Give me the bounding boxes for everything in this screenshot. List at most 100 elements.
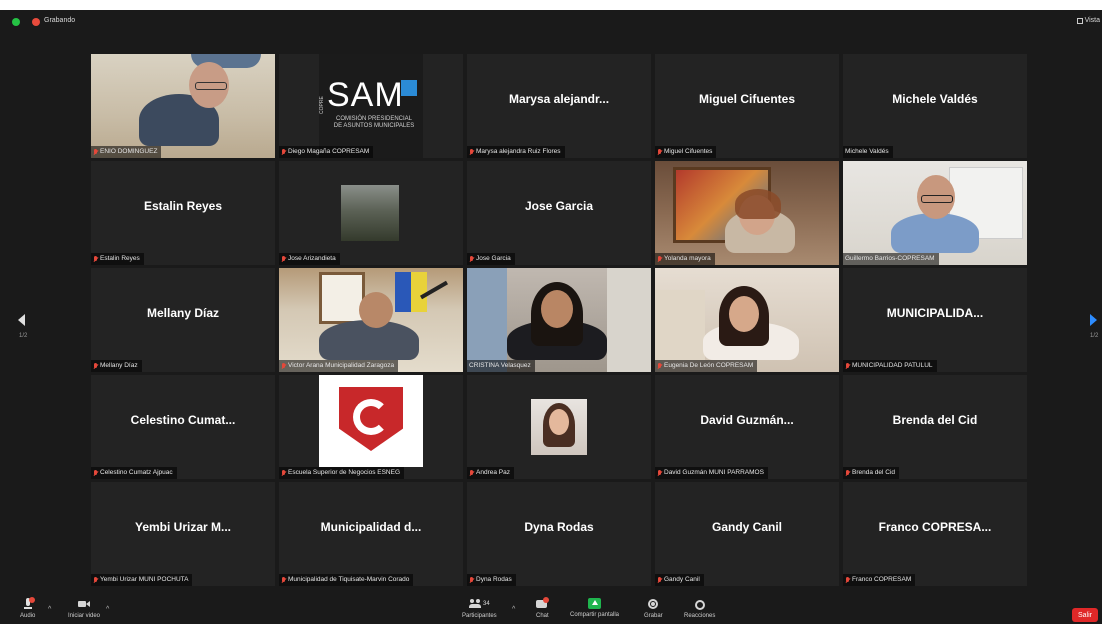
participant-video: [655, 161, 839, 265]
participants-options-caret-icon[interactable]: ^: [512, 606, 515, 613]
window-top-edge: [0, 0, 1102, 10]
participant-name-label: Celestino Cumatz Ajpuac: [91, 467, 177, 479]
participant-display-name: MUNICIPALIDA...: [886, 306, 984, 320]
audio-options-caret-icon[interactable]: ^: [48, 606, 51, 613]
participant-display-name: Municipalidad d...: [320, 520, 422, 534]
participant-display-name: Yembi Urizar M...: [134, 520, 232, 534]
participant-tile[interactable]: CRISTINA Velasquez: [467, 268, 651, 372]
participant-name-label: Escuela Superior de Negocios ESNEG: [279, 467, 405, 479]
audio-label: Audio: [20, 613, 36, 619]
participant-tile[interactable]: Miguel Cifuentes Miguel Cifuentes: [655, 54, 839, 158]
arrow-right-icon: [1090, 314, 1097, 326]
mic-muted-icon: [93, 576, 98, 584]
participant-tile[interactable]: Jose Garcia Jose Garcia: [467, 161, 651, 265]
page-indicator-right: 1/2: [1090, 333, 1099, 339]
start-video-button[interactable]: Iniciar video: [68, 598, 100, 619]
participant-tile[interactable]: Estalin Reyes Estalin Reyes: [91, 161, 275, 265]
video-options-caret-icon[interactable]: ^: [106, 606, 109, 613]
participant-tile-active-speaker[interactable]: Guillermo Barrios-COPRESAM: [843, 161, 1027, 265]
mic-muted-icon: [469, 255, 474, 263]
participant-display-name: Dyna Rodas: [524, 520, 594, 534]
participant-tile[interactable]: Yembi Urizar M... Yembi Urizar MUNI POCH…: [91, 482, 275, 586]
mic-muted-icon: [657, 469, 662, 477]
previous-page-button[interactable]: [18, 314, 25, 326]
share-label: Compartir pantalla: [570, 612, 620, 618]
participant-tile[interactable]: Municipalidad d... Municipalidad de Tiqu…: [279, 482, 463, 586]
participant-tile[interactable]: Jose Arizandieta: [279, 161, 463, 265]
participant-tile[interactable]: ENIO DOMINGUEZ: [91, 54, 275, 158]
record-icon: [647, 598, 659, 610]
participant-name-label: Dyna Rodas: [467, 574, 516, 586]
security-shield-icon[interactable]: [12, 18, 20, 26]
participant-display-name: Mellany Díaz: [146, 306, 220, 320]
participant-tile[interactable]: Escuela Superior de Negocios ESNEG: [279, 375, 463, 479]
participant-tile[interactable]: Eugenia De León COPRESAM: [655, 268, 839, 372]
participant-name-label: David Guzmán MUNI PARRAMOS: [655, 467, 768, 479]
mic-muted-icon: [281, 469, 286, 477]
participant-tile[interactable]: Andrea Paz: [467, 375, 651, 479]
share-screen-button[interactable]: Compartir pantalla: [570, 598, 619, 618]
view-label: Vista: [1084, 17, 1100, 24]
participants-button[interactable]: 34 Participantes: [462, 598, 497, 619]
esneg-logo: [319, 375, 423, 467]
participant-name-label: Marysa alejandra Ruiz Flores: [467, 146, 565, 158]
participant-tile[interactable]: Marysa alejandr... Marysa alejandra Ruiz…: [467, 54, 651, 158]
grid-view-icon: [1076, 17, 1083, 24]
participant-display-name: Franco COPRESA...: [878, 520, 992, 534]
participant-tile[interactable]: Celestino Cumat... Celestino Cumatz Ajpu…: [91, 375, 275, 479]
participant-display-name: Michele Valdés: [892, 92, 978, 106]
mic-muted-icon: [281, 576, 286, 584]
participant-name-label: Jose Arizandieta: [279, 253, 340, 265]
chat-button[interactable]: Chat: [536, 597, 550, 619]
arrow-left-icon: [18, 314, 25, 326]
participant-tile[interactable]: Michele Valdés Michele Valdés: [843, 54, 1027, 158]
mic-muted-icon: [469, 148, 474, 156]
participant-name-label: CRISTINA Velasquez: [467, 360, 535, 372]
participant-tile[interactable]: Gandy Canil Gandy Canil: [655, 482, 839, 586]
participant-display-name: Jose Garcia: [524, 199, 594, 213]
record-label: Grabar: [644, 613, 663, 619]
smiley-icon: [694, 598, 706, 610]
participant-photo: [531, 399, 587, 455]
participant-tile[interactable]: Brenda del Cid Brenda del Cid: [843, 375, 1027, 479]
record-button[interactable]: Grabar: [644, 598, 663, 619]
participant-name-label: Eugenia De León COPRESAM: [655, 360, 758, 372]
participant-name-label: Municipalidad de Tiquisate-Marvin Corado: [279, 574, 414, 586]
participant-video: [843, 161, 1027, 265]
participant-tile[interactable]: SAM COPRE COMISIÓN PRESIDENCIAL DE ASUNT…: [279, 54, 463, 158]
participants-icon: [469, 598, 481, 610]
participant-tile[interactable]: Victor Arana Municipalidad Zaragoza: [279, 268, 463, 372]
participant-display-name: Celestino Cumat...: [130, 413, 236, 427]
participant-tile[interactable]: MUNICIPALIDA... MUNICIPALIDAD PATULUL: [843, 268, 1027, 372]
mic-muted-icon: [93, 362, 98, 370]
participant-tile[interactable]: Franco COPRESA... Franco COPRESAM: [843, 482, 1027, 586]
participant-name-label: Franco COPRESAM: [843, 574, 916, 586]
audio-button[interactable]: Audio: [20, 597, 36, 619]
copresam-logo: SAM COPRE COMISIÓN PRESIDENCIAL DE ASUNT…: [319, 54, 423, 158]
alert-badge-icon: [28, 597, 35, 603]
reactions-button[interactable]: Reacciones: [684, 598, 715, 619]
participant-name-label: Victor Arana Municipalidad Zaragoza: [279, 360, 399, 372]
participant-name-label: Mellany Díaz: [91, 360, 142, 372]
participant-tile[interactable]: Dyna Rodas Dyna Rodas: [467, 482, 651, 586]
mic-muted-icon: [93, 148, 98, 156]
top-bar: Grabando Vista: [0, 10, 1102, 34]
recording-status: Grabando: [44, 17, 76, 24]
next-page-button[interactable]: [1090, 314, 1097, 326]
participant-name-label: Brenda del Cid: [843, 467, 899, 479]
participant-tile[interactable]: David Guzmán... David Guzmán MUNI PARRAM…: [655, 375, 839, 479]
participant-display-name: Miguel Cifuentes: [698, 92, 795, 106]
participant-name-label: Guillermo Barrios-COPRESAM: [843, 253, 939, 265]
participant-name-label: Estalin Reyes: [91, 253, 144, 265]
leave-button[interactable]: Salir: [1072, 608, 1098, 622]
mic-muted-icon: [93, 469, 98, 477]
participant-name-label: Diego Magaña COPRESAM: [279, 146, 374, 158]
view-button[interactable]: Vista: [1076, 17, 1100, 24]
participant-name-label: Gandy Canil: [655, 574, 704, 586]
mic-muted-icon: [657, 255, 662, 263]
participant-name-label: ENIO DOMINGUEZ: [91, 146, 162, 158]
participant-video: [467, 268, 651, 372]
participant-tile[interactable]: Yolanda mayora: [655, 161, 839, 265]
chat-label: Chat: [536, 613, 549, 619]
participant-tile[interactable]: Mellany Díaz Mellany Díaz: [91, 268, 275, 372]
